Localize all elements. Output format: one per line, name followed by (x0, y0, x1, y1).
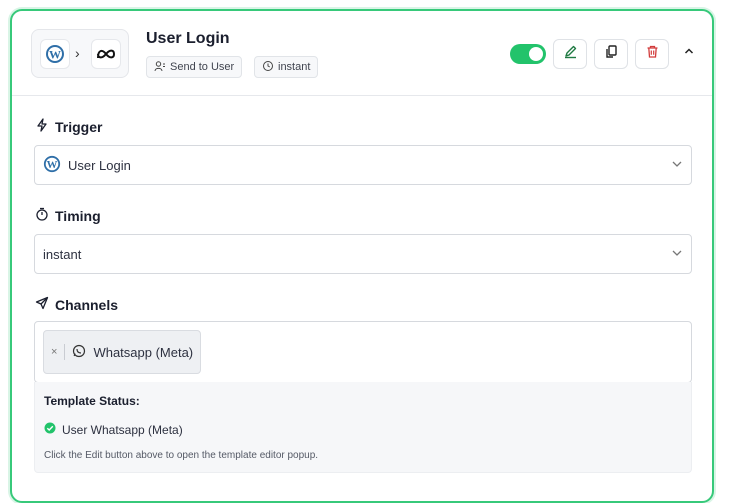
check-circle-icon (44, 422, 56, 437)
svg-text:W: W (49, 48, 61, 62)
notification-card: W › User Login Send to User instant Trig… (10, 9, 714, 503)
trigger-section-label: Trigger (35, 118, 102, 135)
channel-chip: × Whatsapp (Meta) (43, 330, 202, 374)
collapse-button[interactable] (681, 45, 697, 61)
channels-section-label: Channels (35, 296, 118, 313)
timing-tag-label: instant (278, 61, 311, 73)
trigger-selected-value: User Login (68, 157, 131, 173)
svg-text:W: W (47, 159, 58, 171)
channel-chip-label: Whatsapp (Meta) (93, 344, 194, 360)
clock-icon (262, 60, 274, 75)
pencil-icon (563, 44, 578, 64)
integration-logos: W › (31, 29, 129, 78)
template-status-item-label: User Whatsapp (Meta) (62, 422, 183, 437)
remove-chip-button[interactable]: × (51, 346, 57, 358)
template-status-panel: Template Status: User Whatsapp (Meta) Cl… (34, 382, 692, 473)
enable-toggle[interactable] (510, 44, 546, 64)
trigger-select[interactable]: W User Login (34, 145, 692, 185)
duplicate-button[interactable] (594, 39, 628, 69)
card-header: W › User Login Send to User instant (12, 11, 712, 96)
template-status-title: Template Status: (44, 394, 140, 408)
timing-tag: instant (254, 56, 319, 78)
timing-selected-value: instant (43, 246, 82, 262)
channels-multiselect[interactable]: × Whatsapp (Meta) (34, 321, 692, 383)
chip-divider (64, 344, 66, 360)
wordpress-icon: W (43, 155, 61, 176)
template-status-note: Click the Edit button above to open the … (44, 450, 319, 461)
copy-icon (604, 44, 619, 64)
timing-select[interactable]: instant (34, 234, 692, 274)
toggle-knob (529, 47, 543, 61)
send-icon (35, 296, 49, 313)
trash-icon (645, 44, 660, 64)
template-status-item: User Whatsapp (Meta) (44, 422, 183, 437)
stopwatch-icon (35, 207, 49, 224)
chevron-down-icon (671, 247, 683, 262)
bolt-icon (35, 118, 49, 135)
users-icon (154, 60, 166, 75)
timing-label: Timing (55, 207, 101, 224)
chevron-up-icon (683, 44, 695, 62)
chevron-down-icon (671, 158, 683, 173)
card-title: User Login (146, 30, 230, 47)
whatsapp-icon (72, 344, 86, 361)
channels-label: Channels (55, 296, 119, 313)
delete-button[interactable] (635, 39, 669, 69)
meta-icon (91, 39, 121, 69)
trigger-label: Trigger (55, 118, 103, 135)
recipient-tag: Send to User (146, 56, 243, 78)
edit-button[interactable] (553, 39, 587, 69)
wordpress-icon: W (40, 39, 70, 69)
timing-section-label: Timing (35, 207, 101, 224)
recipient-tag-label: Send to User (170, 61, 235, 73)
chevron-right-icon: › (75, 45, 80, 61)
